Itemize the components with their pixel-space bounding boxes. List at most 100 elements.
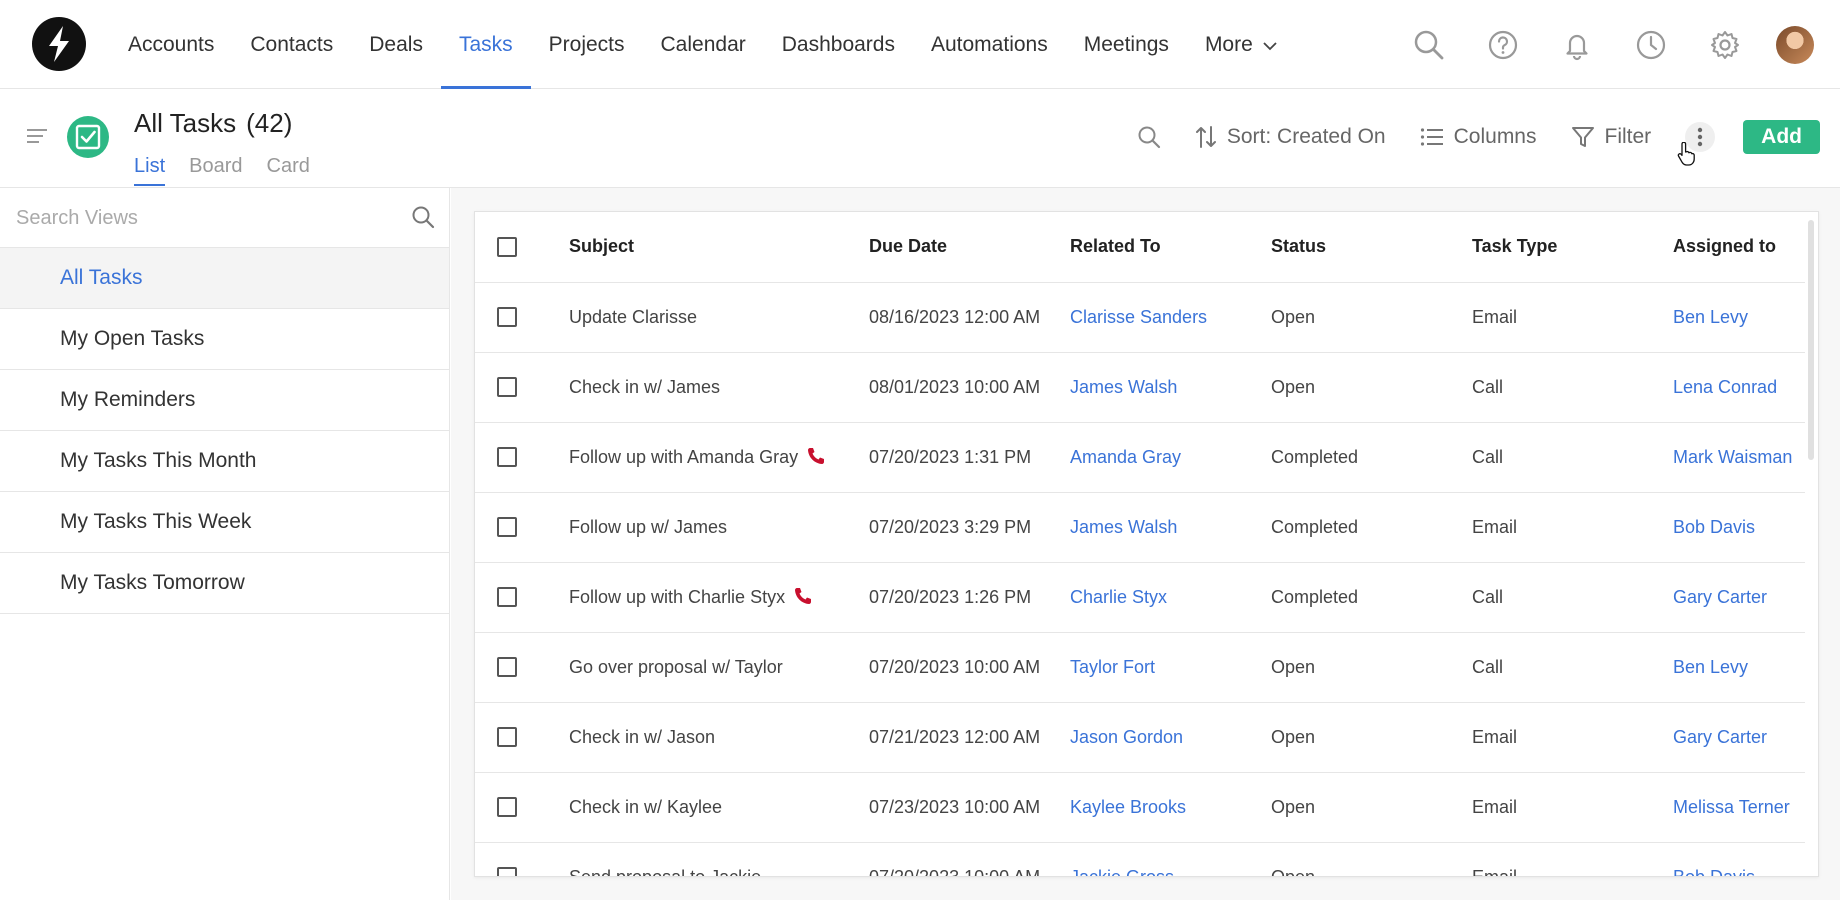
- subject-cell[interactable]: Follow up with Charlie Styx: [569, 562, 869, 633]
- table-row[interactable]: Check in w/ Jason 07/21/2023 12:00 AM Jaso…: [475, 702, 1805, 773]
- row-checkbox[interactable]: [497, 517, 517, 537]
- assigned-to-link[interactable]: Ben Levy: [1673, 282, 1805, 353]
- related-to-link[interactable]: Clarisse Sanders: [1070, 282, 1271, 353]
- related-to-link[interactable]: Kaylee Brooks: [1070, 772, 1271, 843]
- column-header-subject[interactable]: Subject: [569, 212, 869, 283]
- related-to-link[interactable]: James Walsh: [1070, 352, 1271, 423]
- row-checkbox[interactable]: [497, 587, 517, 607]
- task-type-cell: Call: [1472, 422, 1673, 493]
- sidebar-toggle-icon[interactable]: [26, 128, 48, 149]
- more-options-button[interactable]: [1677, 122, 1716, 166]
- app-logo[interactable]: [32, 17, 86, 71]
- search-icon[interactable]: [411, 205, 435, 229]
- nav-item-deals[interactable]: Deals: [351, 0, 441, 89]
- sidebar-view-item[interactable]: My Tasks This Week: [0, 492, 449, 553]
- subject-cell[interactable]: Follow up with Amanda Gray: [569, 422, 869, 493]
- columns-button[interactable]: Columns: [1420, 125, 1537, 149]
- subject-cell[interactable]: Check in w/ Jason: [569, 702, 869, 773]
- sort-button[interactable]: Sort: Created On: [1195, 125, 1386, 149]
- assigned-to-link[interactable]: Melissa Terner: [1673, 772, 1805, 843]
- gear-icon[interactable]: [1688, 0, 1762, 89]
- assigned-to-link[interactable]: Bob Davis: [1673, 842, 1805, 876]
- subject-text: Send proposal to Jackie: [569, 866, 762, 877]
- view-search-box: [0, 188, 449, 248]
- row-checkbox[interactable]: [497, 307, 517, 327]
- assigned-to-link[interactable]: Mark Waisman: [1673, 422, 1805, 493]
- subject-text: Follow up w/ James: [569, 516, 728, 537]
- subject-cell[interactable]: Check in w/ James: [569, 352, 869, 423]
- row-select-cell: [475, 562, 569, 633]
- row-select-cell: [475, 842, 569, 876]
- assigned-to-link[interactable]: Gary Carter: [1673, 562, 1805, 633]
- task-type-cell: Call: [1472, 352, 1673, 423]
- sidebar-view-item[interactable]: All Tasks: [0, 248, 449, 309]
- subject-cell[interactable]: Go over proposal w/ Taylor: [569, 632, 869, 703]
- user-avatar[interactable]: [1776, 25, 1814, 64]
- column-header-assigned-to[interactable]: Assigned to: [1673, 212, 1805, 283]
- select-all-checkbox[interactable]: [497, 236, 517, 257]
- row-select-cell: [475, 422, 569, 493]
- column-header-task-type[interactable]: Task Type: [1472, 212, 1673, 283]
- help-icon[interactable]: [1466, 0, 1540, 89]
- related-to-link[interactable]: Taylor Fort: [1070, 632, 1271, 703]
- column-header-status[interactable]: Status: [1271, 212, 1472, 283]
- table-row[interactable]: Send proposal to Jackie 07/20/2023 10:00 …: [475, 842, 1805, 877]
- chevron-down-icon: [1263, 42, 1277, 51]
- related-to-link[interactable]: Jackie Gross: [1070, 842, 1271, 876]
- subject-cell[interactable]: Send proposal to Jackie: [569, 842, 869, 877]
- tab-list[interactable]: List: [134, 155, 166, 186]
- filter-button[interactable]: Filter: [1571, 125, 1651, 149]
- subject-cell[interactable]: Update Clarisse: [569, 282, 869, 353]
- sidebar-view-item[interactable]: My Open Tasks: [0, 309, 449, 370]
- sidebar-view-item[interactable]: My Reminders: [0, 370, 449, 431]
- subject-cell[interactable]: Check in w/ Kaylee: [569, 772, 869, 843]
- related-to-link[interactable]: Charlie Styx: [1070, 562, 1271, 633]
- row-checkbox[interactable]: [497, 797, 517, 817]
- row-checkbox[interactable]: [497, 867, 517, 876]
- row-checkbox[interactable]: [497, 377, 517, 397]
- search-icon[interactable]: [1392, 0, 1466, 89]
- nav-item-tasks[interactable]: Tasks: [440, 0, 531, 89]
- row-checkbox[interactable]: [497, 727, 517, 747]
- row-checkbox[interactable]: [497, 657, 517, 677]
- related-to-link[interactable]: Jason Gordon: [1070, 702, 1271, 773]
- nav-item-calendar[interactable]: Calendar: [643, 0, 764, 89]
- assigned-to-link[interactable]: Lena Conrad: [1673, 352, 1805, 423]
- tab-card[interactable]: Card: [267, 155, 310, 186]
- assigned-to-link[interactable]: Ben Levy: [1673, 632, 1805, 703]
- list-search-button[interactable]: [1137, 125, 1161, 149]
- subject-cell[interactable]: Follow up w/ James: [569, 492, 869, 563]
- nav-item-accounts[interactable]: Accounts: [110, 0, 232, 89]
- nav-item-more[interactable]: More: [1187, 0, 1295, 89]
- table-row[interactable]: Update Clarisse 08/16/2023 12:00 AM Claris…: [475, 282, 1805, 353]
- nav-item-meetings[interactable]: Meetings: [1066, 0, 1187, 89]
- table-row[interactable]: Follow up with Amanda Gray 07/20/2023 1:3…: [475, 422, 1805, 493]
- bell-icon[interactable]: [1540, 0, 1614, 89]
- table-row[interactable]: Follow up with Charlie Styx 07/20/2023 1:…: [475, 562, 1805, 633]
- view-header: All Tasks (42) List Board Card Sort: Create…: [0, 89, 1840, 188]
- nav-item-dashboards[interactable]: Dashboards: [764, 0, 913, 89]
- search-views-input[interactable]: [16, 202, 396, 234]
- table-row[interactable]: Follow up w/ James 07/20/2023 3:29 PM Jame…: [475, 492, 1805, 563]
- table-row[interactable]: Check in w/ James 08/01/2023 10:00 AM Jame…: [475, 352, 1805, 423]
- sidebar-view-item[interactable]: My Tasks Tomorrow: [0, 553, 449, 614]
- nav-item-projects[interactable]: Projects: [531, 0, 643, 89]
- row-checkbox[interactable]: [497, 447, 517, 467]
- column-header-related-to[interactable]: Related To: [1070, 212, 1271, 283]
- table-row[interactable]: Go over proposal w/ Taylor 07/20/2023 10:…: [475, 632, 1805, 703]
- table-row[interactable]: Check in w/ Kaylee 07/23/2023 10:00 AM Kay…: [475, 772, 1805, 843]
- status-cell: Open: [1271, 632, 1472, 703]
- clock-icon[interactable]: [1614, 0, 1688, 89]
- related-to-link[interactable]: Amanda Gray: [1070, 422, 1271, 493]
- nav-item-automations[interactable]: Automations: [913, 0, 1066, 89]
- add-task-button[interactable]: Add: [1743, 120, 1820, 154]
- tab-board[interactable]: Board: [189, 155, 242, 186]
- due-date-cell: 07/20/2023 1:26 PM: [869, 562, 1070, 633]
- nav-item-contacts[interactable]: Contacts: [232, 0, 351, 89]
- sidebar-view-item[interactable]: My Tasks This Month: [0, 431, 449, 492]
- column-header-due-date[interactable]: Due Date: [869, 212, 1070, 283]
- assigned-to-link[interactable]: Gary Carter: [1673, 702, 1805, 773]
- table-scrollbar[interactable]: [1808, 220, 1814, 460]
- assigned-to-link[interactable]: Bob Davis: [1673, 492, 1805, 563]
- related-to-link[interactable]: James Walsh: [1070, 492, 1271, 563]
